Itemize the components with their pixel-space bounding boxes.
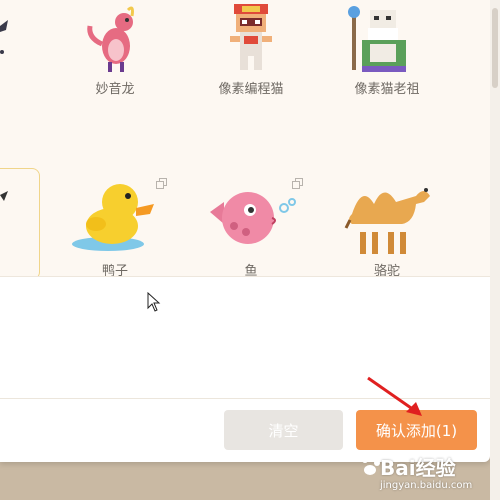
annotation-arrow-icon xyxy=(367,376,422,416)
partial-sprite-icon xyxy=(0,20,8,54)
sprite-label: 像素猫老祖 xyxy=(354,82,420,97)
scrollbar[interactable] xyxy=(490,0,500,500)
pixel-coding-cat-icon xyxy=(230,4,272,70)
sprite-card-duck[interactable]: 鸭子 xyxy=(50,174,180,284)
clear-button[interactable]: 清空 xyxy=(224,410,343,450)
sprite-label: 像素编程猫 xyxy=(218,82,284,97)
baidu-jingyan-watermark: Bai经验 jingyan.baidu.com xyxy=(358,452,498,498)
baidu-paw-icon xyxy=(362,455,380,475)
mouse-cursor-icon xyxy=(147,292,161,312)
watermark-url: jingyan.baidu.com xyxy=(380,480,473,491)
sprite-card-fish[interactable]: 鱼 xyxy=(186,174,316,284)
watermark-title: Bai经验 xyxy=(380,456,456,480)
sprite-label: 妙音龙 xyxy=(95,82,135,97)
fish-icon xyxy=(210,192,296,244)
pink-dragon-icon xyxy=(87,6,134,72)
sprite-card-camel[interactable]: 骆驼 xyxy=(322,174,452,284)
duck-icon xyxy=(72,184,154,251)
sprite-card-partial-selected[interactable] xyxy=(0,168,40,280)
camel-icon xyxy=(344,188,430,254)
sprite-card-pixel-cat-ancestor[interactable]: 像素猫老祖 xyxy=(322,0,452,110)
sprite-grid: 妙音龙 像素编程猫 像素猫老祖 鸭子 鱼 骆驼 xyxy=(0,0,490,280)
pixel-cat-ancestor-icon xyxy=(348,6,406,72)
sprite-card-miaoyinlong[interactable]: 妙音龙 xyxy=(50,0,180,110)
partial-sprite-ear-icon xyxy=(0,191,8,201)
sprite-card-pixel-coding-cat[interactable]: 像素编程猫 xyxy=(186,0,316,110)
scrollbar-thumb[interactable] xyxy=(492,8,498,88)
